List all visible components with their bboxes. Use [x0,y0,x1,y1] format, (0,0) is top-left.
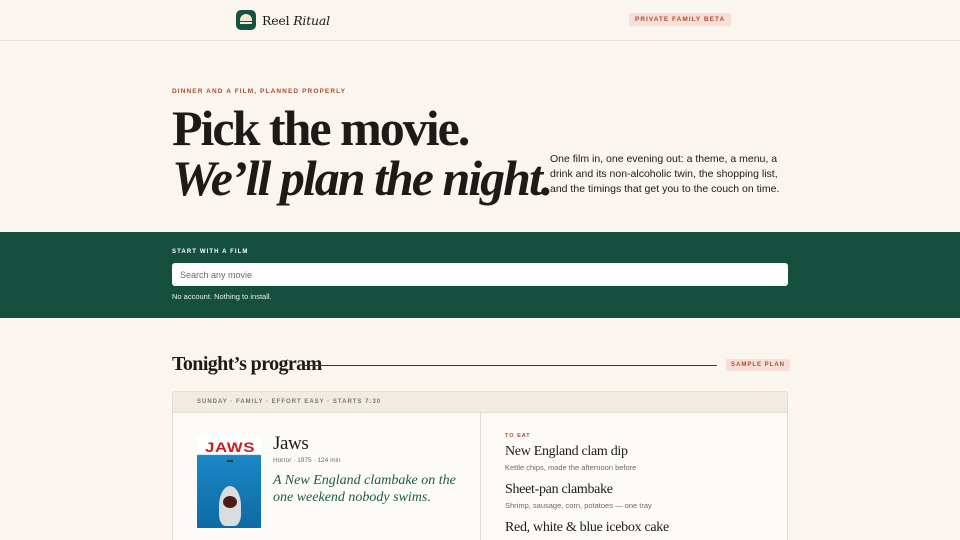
program-card: SUNDAY · FAMILY · EFFORT EASY · STARTS 7… [172,391,788,540]
logo-text: Reel Ritual [262,13,330,28]
poster-shark-mouth-shape [223,496,237,508]
search-note: No account. Nothing to install. [172,292,272,301]
poster-swimmer-shape [227,460,233,462]
section-title: Tonight’s program [172,353,322,375]
hero-title-line2: We’ll plan the night. [172,150,553,206]
hero-title: Pick the movie. We’ll plan the night. [172,100,553,206]
dish-name: New England clam dip [505,444,628,459]
sample-plan-badge: SAMPLE PLAN [726,359,791,371]
dish-description: Shrimp, sausage, corn, potatoes — one tr… [505,501,652,510]
dish-item: New England clam dip Kettle chips, made … [505,444,636,472]
program-meta: SUNDAY · FAMILY · EFFORT EASY · STARTS 7… [197,399,382,405]
film-title: Jaws [273,433,309,454]
dish-item: Red, white & blue icebox cake [505,520,669,536]
logo[interactable]: Reel Ritual [236,10,330,30]
card-column-divider [480,413,481,540]
dish-name: Sheet-pan clambake [505,482,613,497]
dish-name: Red, white & blue icebox cake [505,520,669,535]
film-meta: Horror · 1975 · 124 min [273,457,341,464]
movie-search-input[interactable] [172,263,788,286]
section-divider [302,365,717,366]
dish-item: Sheet-pan clambake Shrimp, sausage, corn… [505,482,652,510]
hero-eyebrow: DINNER AND A FILM, PLANNED PROPERLY [172,88,347,95]
program-card-header: SUNDAY · FAMILY · EFFORT EASY · STARTS 7… [173,392,787,413]
film-poster[interactable]: JAWS [197,436,261,528]
hero-description: One film in, one evening out: a theme, a… [550,153,780,195]
to-eat-label: TO EAT [505,433,531,439]
logo-word-ritual: Ritual [293,12,330,28]
poster-title-text: JAWS [205,439,256,455]
logo-word-reel: Reel [262,12,290,28]
private-beta-badge: PRIVATE FAMILY BETA [629,13,732,26]
top-bar: Reel Ritual PRIVATE FAMILY BETA [0,0,960,41]
logo-icon [236,10,256,30]
film-tagline: A New England clambake on the one weeken… [273,473,456,505]
hero-title-line1: Pick the movie. [172,100,470,156]
search-label: START WITH A FILM [172,249,249,255]
dish-description: Kettle chips, made the afternoon before [505,463,637,472]
